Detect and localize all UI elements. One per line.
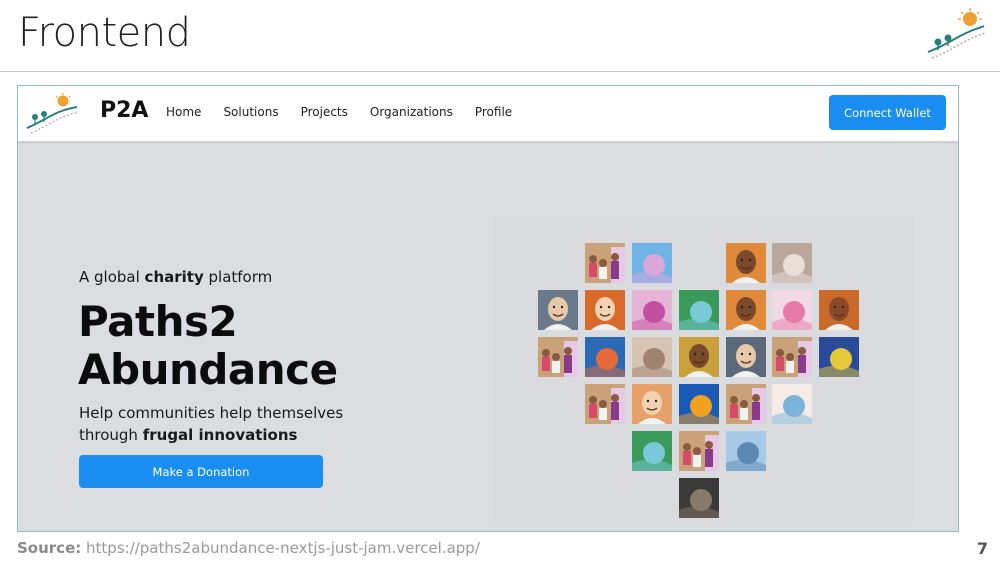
paths-logo-icon [927,8,986,59]
kicker-bold: charity [144,268,204,286]
page-number: 7 [976,539,988,558]
nav-projects[interactable]: Projects [301,105,348,119]
heart-photo-tile [726,243,766,283]
heart-photo-tile [632,337,672,377]
app-frame: P2A Home Solutions Projects Organization… [17,85,959,532]
nav-profile[interactable]: Profile [475,105,512,119]
hero-sub-line2: through frugal innovations [79,424,343,446]
heart-photo-tile [726,290,766,330]
heart-photo-tile [585,384,625,424]
heart-photo-tile [632,384,672,424]
heart-photo-tile [538,337,578,377]
hero-title: Paths2 Abundance [78,298,338,394]
heart-photo-tile [819,290,859,330]
heart-photo-tile [538,290,578,330]
nav-organizations[interactable]: Organizations [370,105,453,119]
kicker-pre: A global [79,268,145,286]
heart-photo-tile [679,431,719,471]
source-citation: Source: https://paths2abundance-nextjs-j… [17,539,480,557]
heart-photo-tile [679,384,719,424]
hero-title-line1: Paths2 [78,297,238,346]
main-nav: Home Solutions Projects Organizations Pr… [166,105,512,119]
slide-title: Frontend [18,10,191,56]
hero-sub-line1: Help communities help themselves [79,404,344,422]
make-donation-button[interactable]: Make a Donation [79,455,323,488]
nav-solutions[interactable]: Solutions [223,105,278,119]
heart-photo-tile [726,384,766,424]
heart-photo-tile [772,337,812,377]
heart-photo-tile [726,431,766,471]
heart-photo-tile [679,290,719,330]
heart-photo-tile [679,337,719,377]
sub-line2-pre: through [79,426,143,444]
kicker-post: platform [203,268,273,286]
heart-photo-tile [772,290,812,330]
app-navbar: P2A Home Solutions Projects Organization… [18,86,958,141]
source-url[interactable]: https://paths2abundance-nextjs-just-jam.… [86,539,480,557]
heart-photo-tile [585,290,625,330]
source-label: Source: [17,539,82,557]
hero-kicker: A global charity platform [79,268,272,286]
heart-photo-tile [632,290,672,330]
heart-photo-tile [772,243,812,283]
heart-photo-tile [726,337,766,377]
heart-photo-tile [632,431,672,471]
hero-title-line2: Abundance [78,345,338,394]
heart-photo-tile [772,384,812,424]
heart-photo-tile [585,243,625,283]
sub-line2-bold: frugal innovations [142,426,298,444]
connect-wallet-button[interactable]: Connect Wallet [829,95,946,130]
heart-photo-tile [819,337,859,377]
heart-photo-tile [585,337,625,377]
p2a-logo-icon[interactable] [25,92,77,134]
brand-name[interactable]: P2A [100,98,148,123]
hero-subtitle: Help communities help themselves through… [79,402,343,446]
slide-divider [0,71,1000,72]
nav-home[interactable]: Home [166,105,201,119]
heart-photo-tile [679,478,719,518]
heart-photo-tile [632,243,672,283]
